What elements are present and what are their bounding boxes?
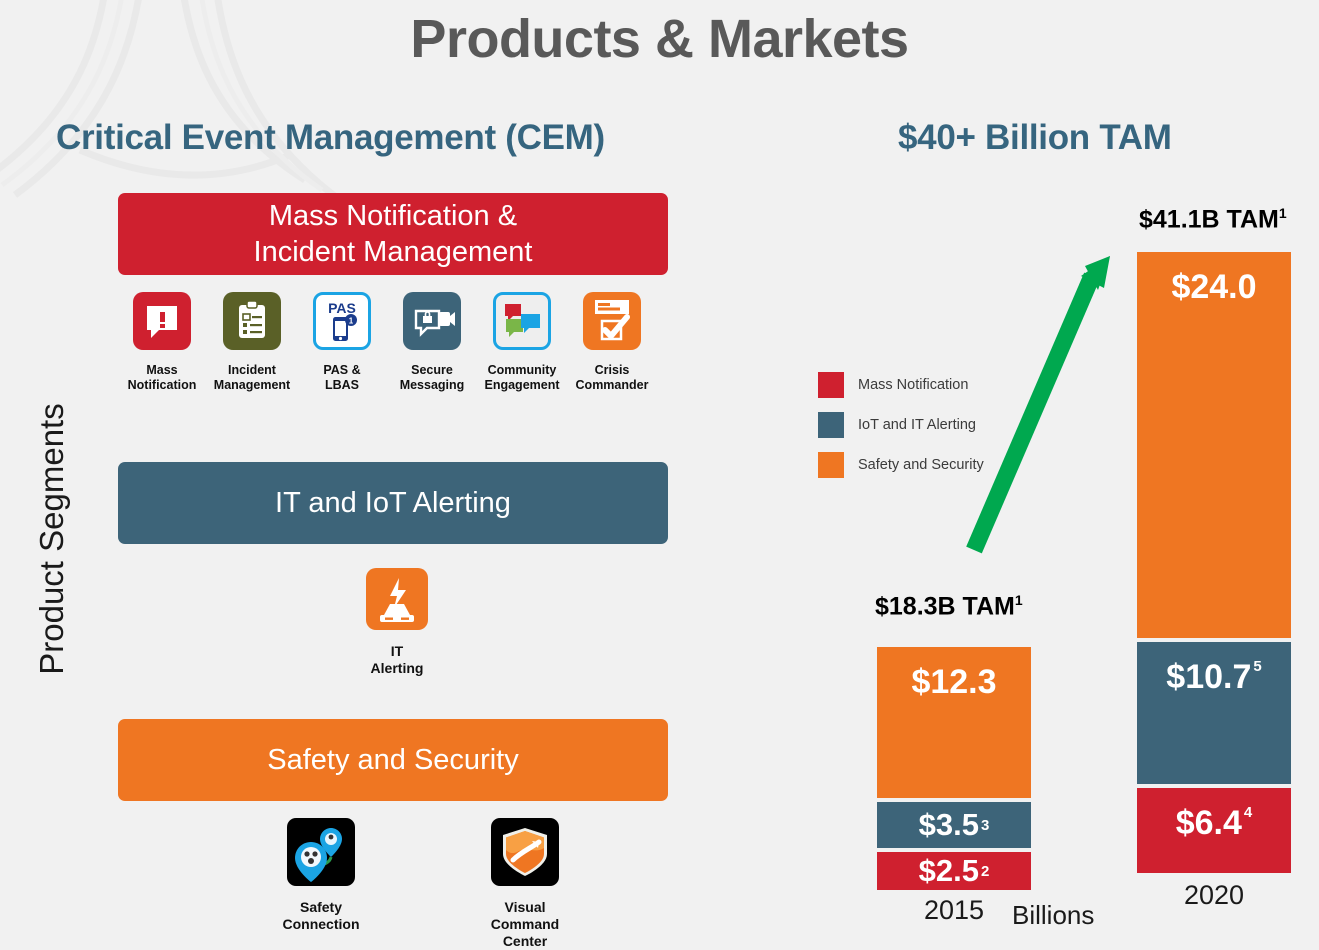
product-label: Incident Management [213, 363, 291, 392]
bar-segment-iot-it-alerting-2020: $10.7 5 [1135, 640, 1293, 786]
bar-segment-iot-it-alerting-2015: $3.5 3 [875, 800, 1033, 850]
chart-axis-unit-label: Billions [1012, 900, 1095, 930]
slide-canvas: Products & Markets Critical Event Manage… [0, 0, 1319, 949]
safety-connection-map-pin-icon [287, 818, 355, 886]
product-label: Crisis Commander [575, 363, 649, 392]
product-label: Visual Command Center [490, 899, 560, 949]
product-it-alerting[interactable]: IT Alerting [363, 568, 431, 677]
bar-column-2015[interactable]: $18.3B TAM1 $12.3 $3.5 3 $2.5 2 2015 [875, 592, 1033, 925]
green-up-arrow-icon [966, 256, 1110, 554]
bar-total-2020: $41.1B TAM1 [1139, 205, 1287, 234]
bar-total-2015: $18.3B TAM1 [875, 592, 1023, 621]
community-chat-bubbles-icon [493, 292, 551, 350]
page-title: Products & Markets [410, 9, 909, 69]
bar-segment-value: $3.5 [918, 807, 979, 842]
bar-column-2020[interactable]: $41.1B TAM1 $24.0 $10.7 5 $6.4 4 2020 [1135, 205, 1293, 910]
segment-banner-mass-notification[interactable]: Mass Notification & Incident Management [118, 193, 668, 275]
svg-text:1: 1 [349, 317, 354, 326]
product-segments-axis-label: Product Segments [33, 403, 70, 675]
product-label: Community Engagement [484, 363, 560, 392]
pas-phone-icon: PAS 1 [313, 292, 371, 350]
product-icon-row-safety-security: Safety Connection Visual Command Center [265, 818, 581, 950]
product-label: IT Alerting [370, 643, 424, 676]
bar-segment-mass-notification-2015: $2.5 2 [875, 850, 1033, 892]
product-incident-management[interactable]: Incident Management [214, 292, 290, 392]
bar-xlabel-2020: 2020 [1183, 880, 1245, 910]
bar-segment-mass-notification-2020: $6.4 4 [1135, 786, 1293, 875]
product-visual-command-center[interactable]: Visual Command Center [469, 818, 581, 950]
product-community-engagement[interactable]: Community Engagement [485, 292, 560, 392]
server-lightning-icon [366, 568, 428, 630]
product-crisis-commander[interactable]: Crisis Commander [575, 292, 649, 392]
bar-segment-safety-security-2015: $12.3 [875, 645, 1033, 800]
bar-segment-value: $6.4 [1175, 804, 1242, 842]
bar-segment-safety-security-2020: $24.0 [1135, 250, 1293, 640]
bar-segment-value: $10.7 [1166, 658, 1252, 696]
alert-speech-bubble-icon [133, 292, 191, 350]
legend-swatch-mass-notification [818, 372, 844, 398]
bar-segment-value: $2.5 [918, 853, 979, 888]
product-mass-notification[interactable]: Mass Notification [128, 292, 196, 392]
product-label: Mass Notification [127, 363, 197, 392]
banner-mn-line2: Incident Management [253, 236, 533, 268]
visual-command-center-shield-icon [491, 818, 559, 886]
clipboard-checklist-icon [223, 292, 281, 350]
bar-segment-value: $12.3 [911, 663, 997, 701]
product-pas-lbas[interactable]: PAS 1 PAS & LBAS [308, 292, 376, 392]
segment-banner-safety-security[interactable]: Safety and Security [118, 719, 668, 801]
product-icon-row-mass-notification: Mass Notification Incident Management PA… [128, 292, 649, 392]
bar-segment-value: $24.0 [1171, 268, 1257, 306]
bar-xlabel-2015: 2015 [923, 895, 985, 925]
product-secure-messaging[interactable]: Secure Messaging [398, 292, 466, 392]
tam-section-heading: $40+ Billion TAM [898, 118, 1172, 157]
banner-mn-line1: Mass Notification & [268, 200, 518, 232]
secure-video-message-icon [403, 292, 461, 350]
legend-swatch-safety-security [818, 452, 844, 478]
product-label: PAS & LBAS [323, 363, 361, 392]
legend-swatch-iot-it-alerting [818, 412, 844, 438]
product-safety-connection[interactable]: Safety Connection [265, 818, 377, 950]
product-label: Secure Messaging [399, 363, 465, 392]
crisis-commander-checkbox-icon [583, 292, 641, 350]
svg-text:PAS: PAS [328, 300, 356, 316]
cem-section-heading: Critical Event Management (CEM) [56, 118, 605, 157]
segment-banner-it-iot-alerting[interactable]: IT and IoT Alerting [118, 462, 668, 544]
product-label: Safety Connection [282, 899, 360, 932]
